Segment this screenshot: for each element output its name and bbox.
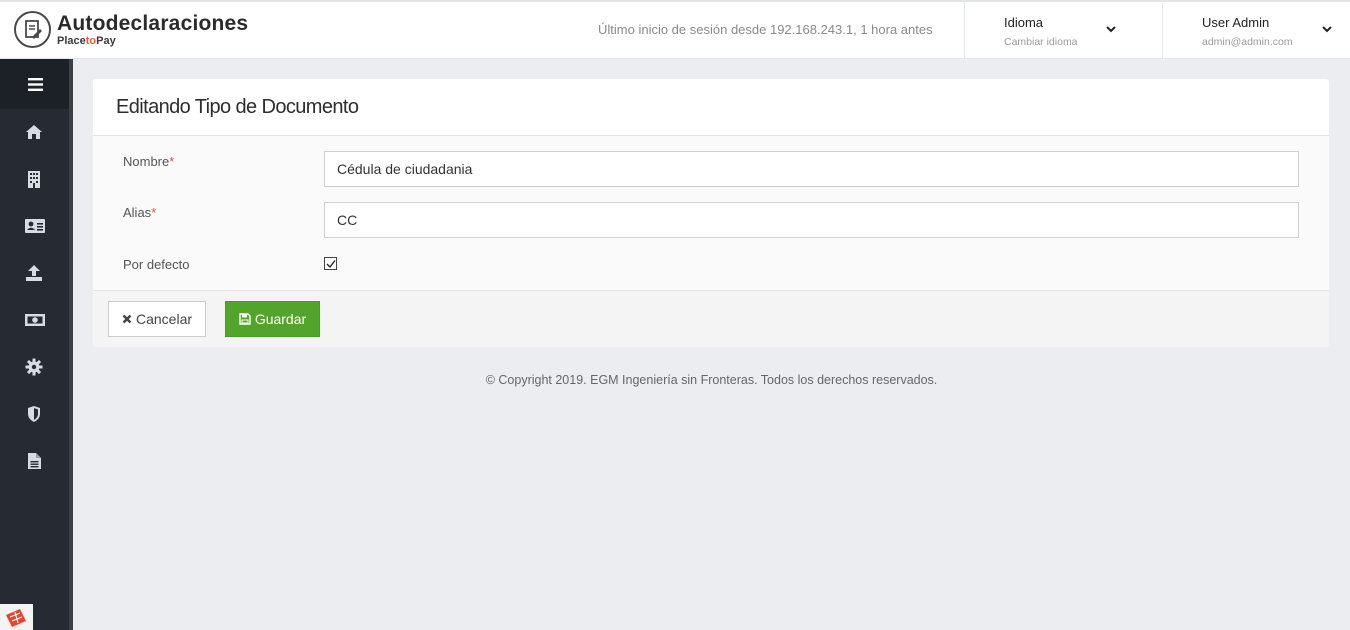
chevron-down-icon xyxy=(1322,26,1332,33)
id-card-icon xyxy=(25,219,45,233)
language-title: Idioma xyxy=(1004,15,1044,30)
nombre-label: Nombre* xyxy=(123,154,175,169)
upload-icon xyxy=(26,265,42,281)
save-button-label: Guardar xyxy=(254,311,307,327)
user-email: admin@admin.com xyxy=(1202,36,1293,48)
form-body: Nombre* Alias* Por defecto xyxy=(93,136,1329,290)
cancel-button[interactable]: Cancelar xyxy=(108,301,206,337)
file-text-icon xyxy=(28,453,41,469)
por-defecto-checkbox[interactable] xyxy=(324,257,337,270)
shield-icon xyxy=(28,406,40,422)
language-menu[interactable]: Idioma Cambiar idioma xyxy=(964,0,1162,59)
last-login-text: Último inicio de sesión desde 192.168.24… xyxy=(598,22,933,37)
app-logo[interactable]: Autodeclaraciones PlacetoPay xyxy=(14,11,248,48)
alias-label: Alias* xyxy=(123,205,157,220)
panel-header: Editando Tipo de Documento xyxy=(93,79,1329,136)
checkmark-icon xyxy=(326,260,336,269)
money-icon xyxy=(25,314,45,326)
page-title: Editando Tipo de Documento xyxy=(116,96,359,118)
sidebar-item-upload[interactable] xyxy=(0,250,69,296)
top-header: Autodeclaraciones PlacetoPay Último inic… xyxy=(0,0,1350,59)
building-icon xyxy=(28,171,40,188)
hamburger-icon xyxy=(28,78,43,91)
logo-document-icon xyxy=(14,11,51,48)
close-icon xyxy=(122,314,132,324)
sidebar-item-documents[interactable] xyxy=(0,203,69,249)
app-title: Autodeclaraciones xyxy=(57,11,249,35)
edit-document-type-panel: Editando Tipo de Documento Nombre* Alias… xyxy=(93,79,1329,347)
sidebar xyxy=(0,59,73,630)
language-subtitle: Cambiar idioma xyxy=(1004,36,1078,48)
cancel-button-label: Cancelar xyxy=(135,311,193,327)
sidebar-item-companies[interactable] xyxy=(0,156,69,202)
por-defecto-label: Por defecto xyxy=(123,257,190,272)
corner-brand-logo xyxy=(0,604,33,630)
alias-input[interactable] xyxy=(324,202,1299,238)
form-actions: Cancelar Guardar xyxy=(93,290,1329,347)
user-menu[interactable]: User Admin admin@admin.com xyxy=(1162,0,1350,59)
home-icon xyxy=(26,125,42,139)
user-name: User Admin xyxy=(1202,15,1270,30)
sidebar-item-security[interactable] xyxy=(0,391,69,437)
nombre-input[interactable] xyxy=(324,151,1299,187)
copyright-footer: © Copyright 2019. EGM Ingeniería sin Fro… xyxy=(485,373,938,387)
sidebar-item-payments[interactable] xyxy=(0,297,69,343)
brand-mark-icon xyxy=(6,609,26,627)
required-mark: * xyxy=(169,154,175,169)
sidebar-item-home[interactable] xyxy=(0,109,69,155)
brand-subtitle: PlacetoPay xyxy=(57,34,116,47)
sidebar-item-reports[interactable] xyxy=(0,438,69,484)
sidebar-toggle-button[interactable] xyxy=(0,59,69,109)
save-button[interactable]: Guardar xyxy=(225,301,320,337)
required-mark: * xyxy=(151,205,157,220)
floppy-disk-icon xyxy=(239,313,251,325)
chevron-down-icon xyxy=(1106,26,1116,33)
